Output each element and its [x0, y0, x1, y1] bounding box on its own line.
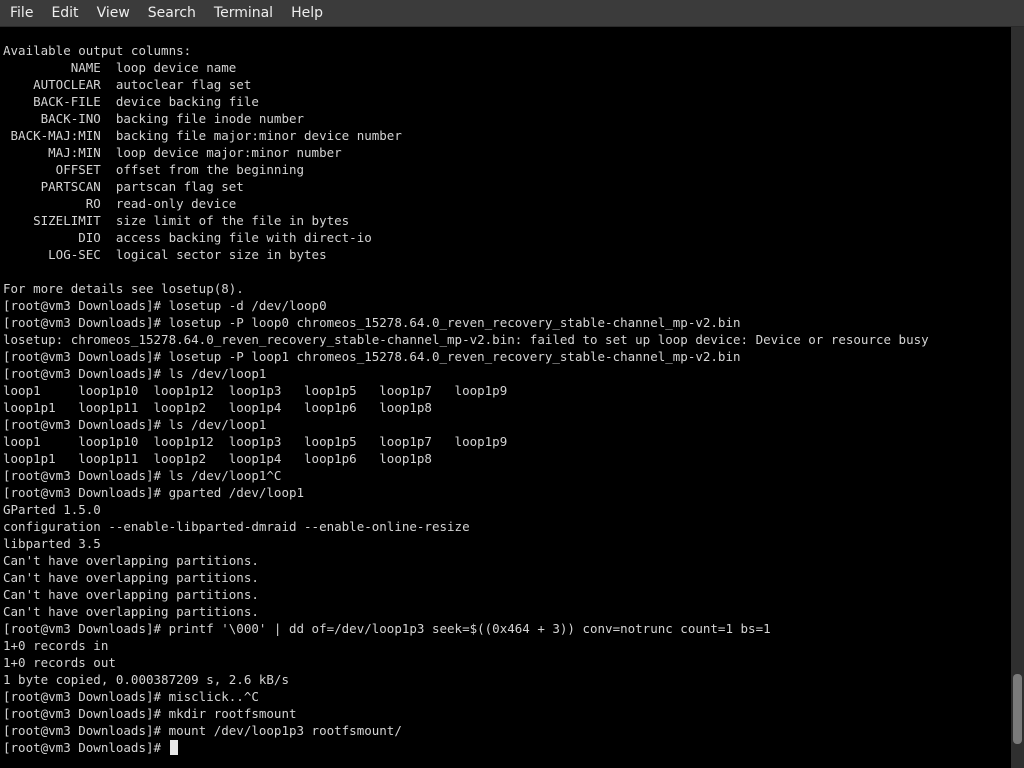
menu-edit[interactable]: Edit: [42, 2, 87, 24]
terminal-line: Can't have overlapping partitions.: [3, 570, 259, 585]
terminal-line: [root@vm3 Downloads]# losetup -P loop1 c…: [3, 349, 741, 364]
terminal-line: [root@vm3 Downloads]# ls /dev/loop1: [3, 417, 267, 432]
terminal-line: BACK-FILE device backing file: [3, 94, 259, 109]
terminal-line: losetup: chromeos_15278.64.0_reven_recov…: [3, 332, 929, 347]
terminal-line: [root@vm3 Downloads]# mount /dev/loop1p3…: [3, 723, 402, 738]
terminal-line: GParted 1.5.0: [3, 502, 101, 517]
terminal-line: For more details see losetup(8).: [3, 281, 244, 296]
terminal-line: 1+0 records in: [3, 638, 109, 653]
terminal-line: [root@vm3 Downloads]# mkdir rootfsmount: [3, 706, 297, 721]
terminal-line: loop1p1 loop1p11 loop1p2 loop1p4 loop1p6…: [3, 400, 432, 415]
terminal-line: Available output columns:: [3, 43, 192, 58]
terminal-line: [root@vm3 Downloads]# printf '\000' | dd…: [3, 621, 771, 636]
terminal-line: 1 byte copied, 0.000387209 s, 2.6 kB/s: [3, 672, 289, 687]
scrollbar-thumb[interactable]: [1013, 674, 1022, 744]
terminal-line: RO read-only device: [3, 196, 237, 211]
terminal-line: libparted 3.5: [3, 536, 101, 551]
terminal-line: Can't have overlapping partitions.: [3, 553, 259, 568]
terminal-line: [root@vm3 Downloads]# ls /dev/loop1^C: [3, 468, 282, 483]
terminal-line: DIO access backing file with direct-io: [3, 230, 372, 245]
terminal-line: loop1p1 loop1p11 loop1p2 loop1p4 loop1p6…: [3, 451, 432, 466]
terminal-line: [root@vm3 Downloads]# misclick..^C: [3, 689, 259, 704]
terminal-line: SIZELIMIT size limit of the file in byte…: [3, 213, 350, 228]
menu-search[interactable]: Search: [139, 2, 205, 24]
terminal-line: BACK-INO backing file inode number: [3, 111, 305, 126]
vertical-scrollbar[interactable]: [1011, 27, 1024, 768]
terminal-text: Available output columns: NAME loop devi…: [3, 42, 929, 756]
terminal-line: PARTSCAN partscan flag set: [3, 179, 244, 194]
terminal-line: Can't have overlapping partitions.: [3, 587, 259, 602]
terminal-line: NAME loop device name: [3, 60, 237, 75]
terminal-line: MAJ:MIN loop device major:minor number: [3, 145, 342, 160]
terminal-line: loop1 loop1p10 loop1p12 loop1p3 loop1p5 …: [3, 383, 508, 398]
terminal-line: [root@vm3 Downloads]# gparted /dev/loop1: [3, 485, 305, 500]
menu-file[interactable]: File: [0, 2, 42, 24]
terminal-line: OFFSET offset from the beginning: [3, 162, 305, 177]
terminal-line: AUTOCLEAR autoclear flag set: [3, 77, 252, 92]
terminal-window: File Edit View Search Terminal Help Avai…: [0, 0, 1024, 768]
terminal-line: Can't have overlapping partitions.: [3, 604, 259, 619]
terminal-line: LOG-SEC logical sector size in bytes: [3, 247, 327, 262]
terminal-line: BACK-MAJ:MIN backing file major:minor de…: [3, 128, 402, 143]
text-cursor: [169, 740, 178, 755]
menu-bar: File Edit View Search Terminal Help: [0, 0, 1024, 27]
menu-view[interactable]: View: [88, 2, 139, 24]
terminal-line: [root@vm3 Downloads]# losetup -P loop0 c…: [3, 315, 741, 330]
terminal-line: [root@vm3 Downloads]#: [3, 739, 929, 756]
terminal-output-area[interactable]: Available output columns: NAME loop devi…: [0, 27, 1011, 768]
menu-terminal[interactable]: Terminal: [205, 2, 282, 24]
terminal-line: configuration --enable-libparted-dmraid …: [3, 519, 470, 534]
terminal-line: [root@vm3 Downloads]# losetup -d /dev/lo…: [3, 298, 327, 313]
terminal-line: [root@vm3 Downloads]# ls /dev/loop1: [3, 366, 267, 381]
terminal-line: loop1 loop1p10 loop1p12 loop1p3 loop1p5 …: [3, 434, 508, 449]
terminal-line: 1+0 records out: [3, 655, 116, 670]
menu-help[interactable]: Help: [282, 2, 332, 24]
